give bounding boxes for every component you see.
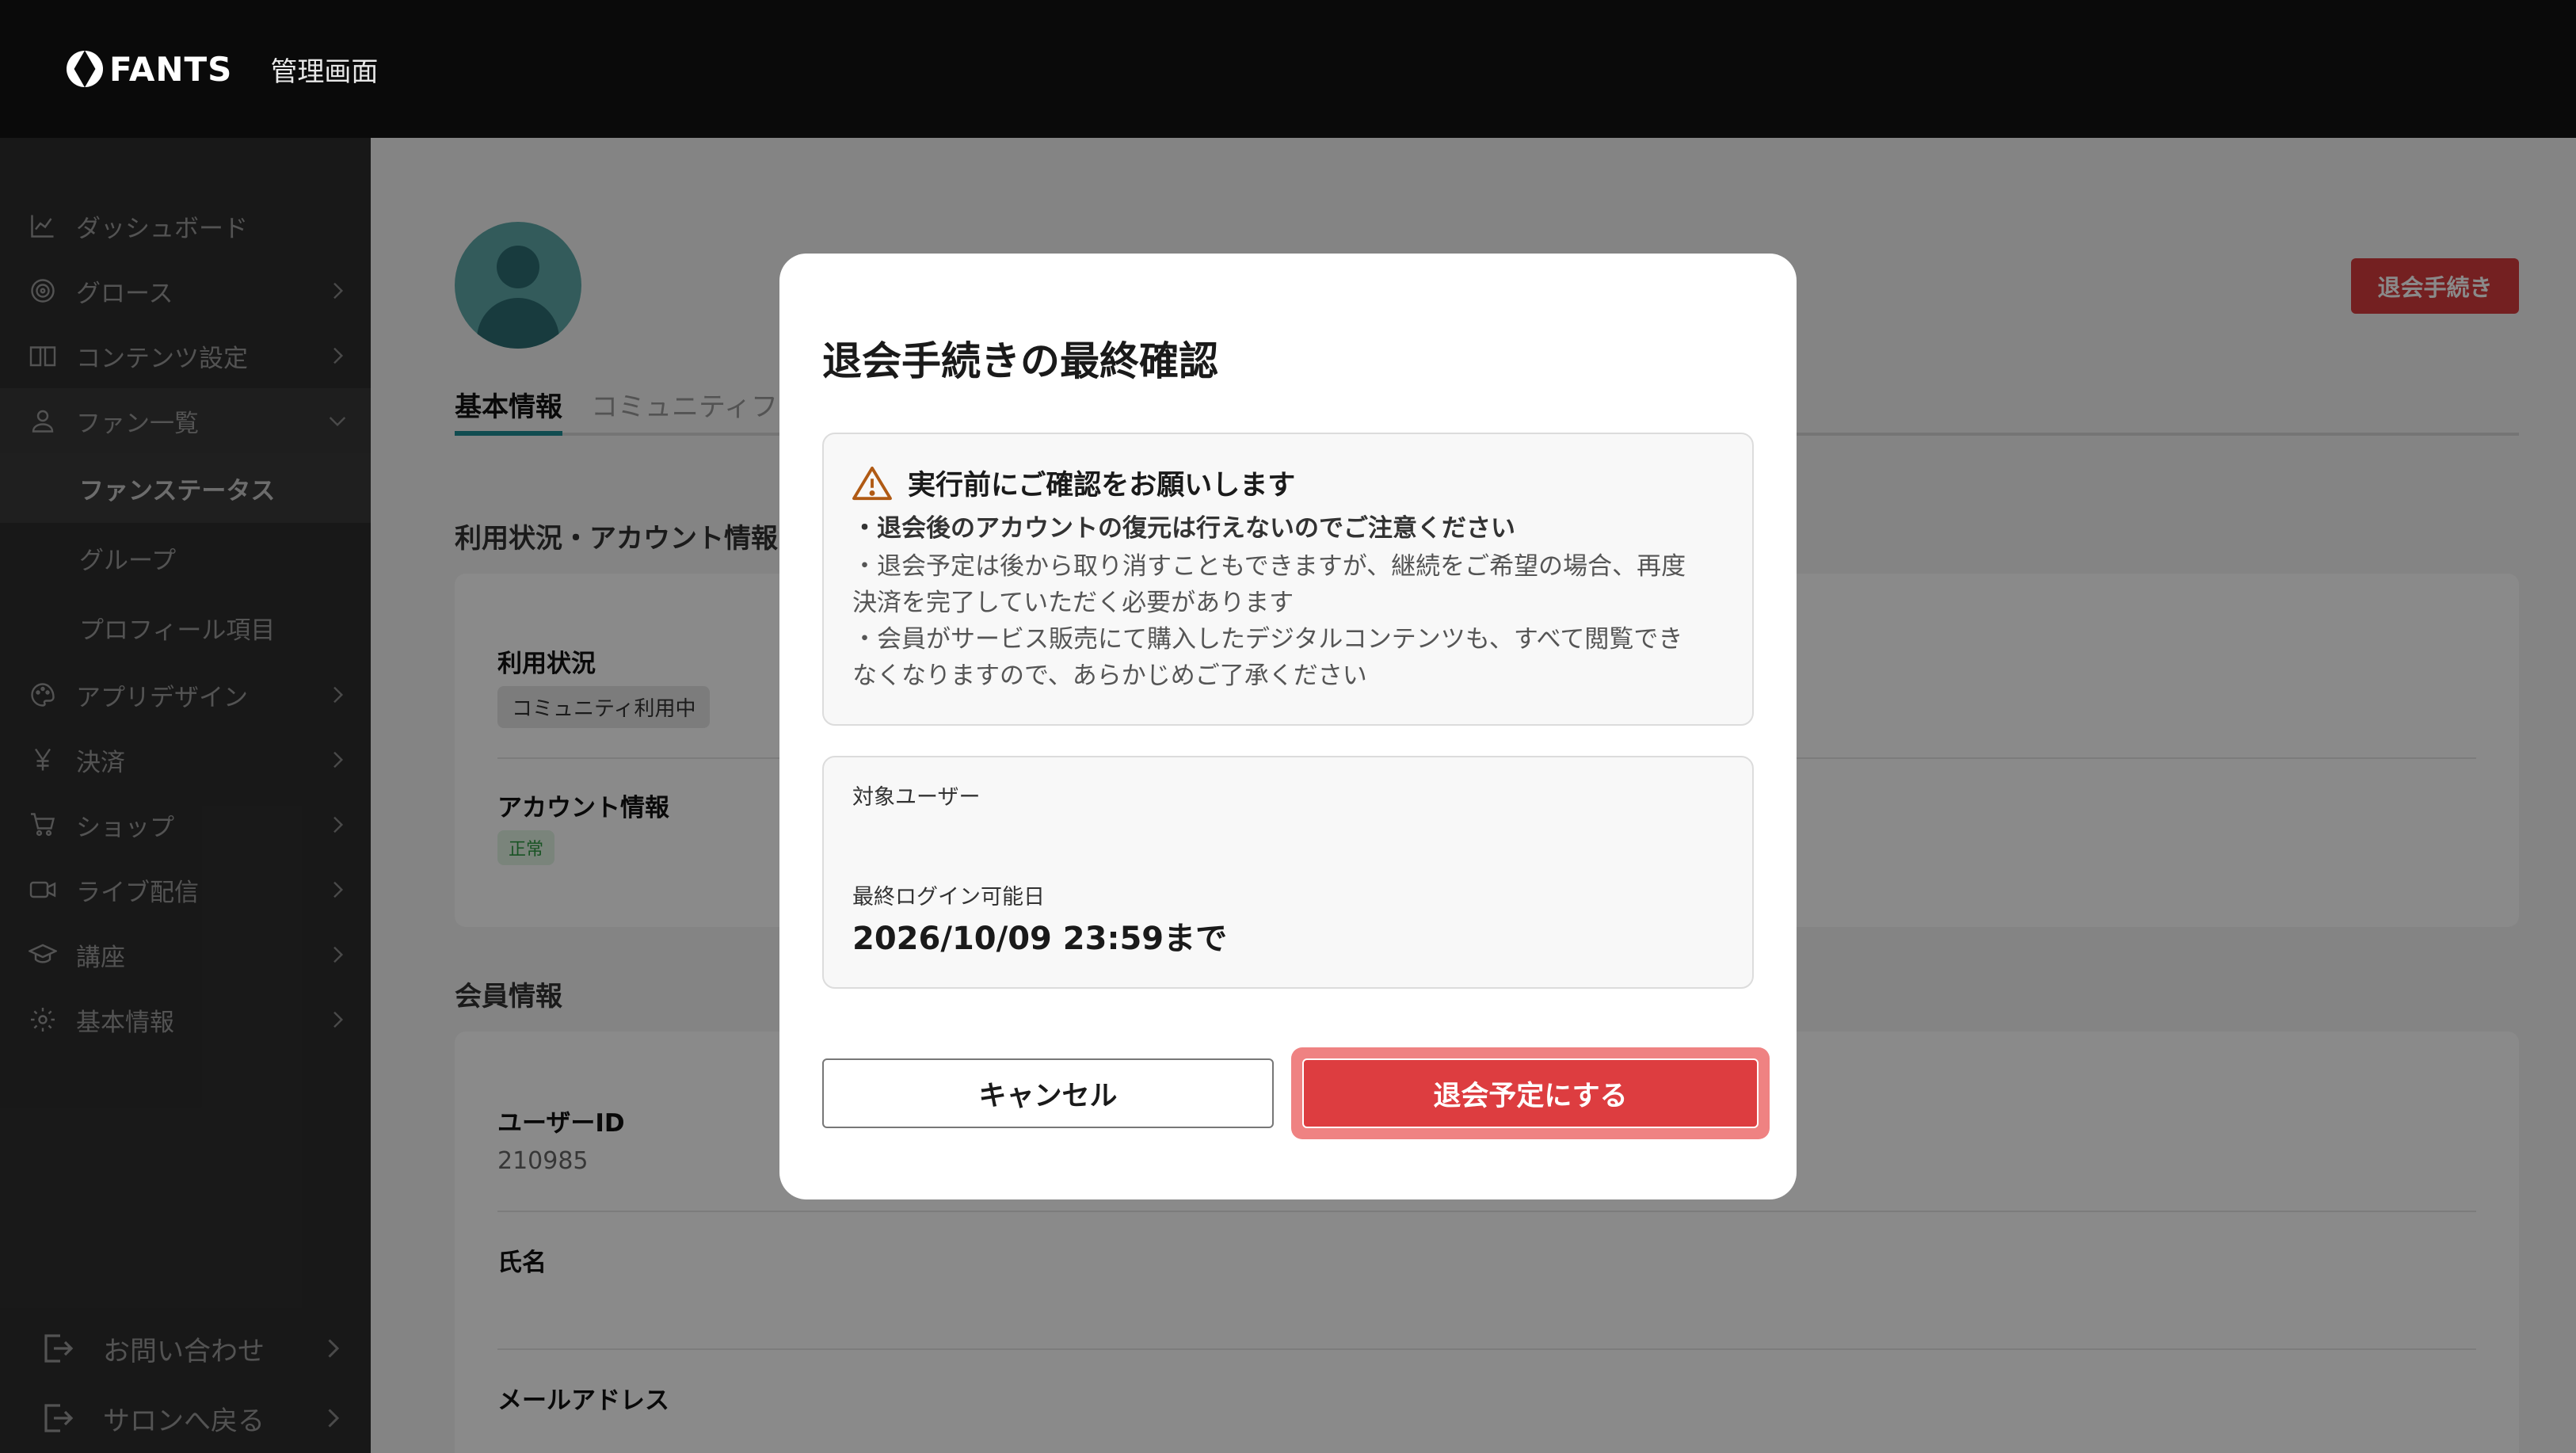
top-bar: FANTS 管理画面 xyxy=(0,0,2576,138)
dialog-title: 退会手続きの最終確認 xyxy=(822,338,1218,384)
target-user-box: 対象ユーザー 最終ログイン可能日 2026/10/09 23:59まで xyxy=(822,756,1754,989)
warning-line: ・退会予定は後から取り消すこともできますが、継続をご希望の場合、再度 xyxy=(852,552,1686,581)
warning-heading: 実行前にご確認をお願いします xyxy=(852,463,1295,503)
app-title: 管理画面 xyxy=(270,55,379,88)
warning-heading-text: 実行前にご確認をお願いします xyxy=(908,470,1296,501)
target-user-label: 対象ユーザー xyxy=(852,785,981,810)
last-login-label: 最終ログイン可能日 xyxy=(852,885,1045,910)
logo-mark-icon xyxy=(67,51,103,87)
cancel-button[interactable]: キャンセル xyxy=(822,1058,1274,1128)
fants-logo[interactable]: FANTS xyxy=(67,50,232,89)
last-login-value: 2026/10/09 23:59まで xyxy=(852,921,1228,957)
withdraw-confirm-dialog: 退会手続きの最終確認 実行前にご確認をお願いします ・退会後のアカウントの復元は… xyxy=(779,254,1797,1199)
confirm-withdraw-button[interactable]: 退会予定にする xyxy=(1302,1058,1759,1128)
warning-line: ・会員がサービス販売にて購入したデジタルコンテンツも、すべて閲覧でき xyxy=(852,625,1683,654)
warning-line: ・退会後のアカウントの復元は行えないのでご注意ください xyxy=(852,514,1515,543)
warning-triangle-icon xyxy=(852,466,892,500)
logo-text: FANTS xyxy=(109,49,233,89)
warning-line: 決済を完了していただく必要があります xyxy=(852,589,1294,617)
warning-box: 実行前にご確認をお願いします ・退会後のアカウントの復元は行えないのでご注意くだ… xyxy=(822,433,1754,726)
warning-line: なくなりますので、あらかじめご了承ください xyxy=(852,662,1367,690)
